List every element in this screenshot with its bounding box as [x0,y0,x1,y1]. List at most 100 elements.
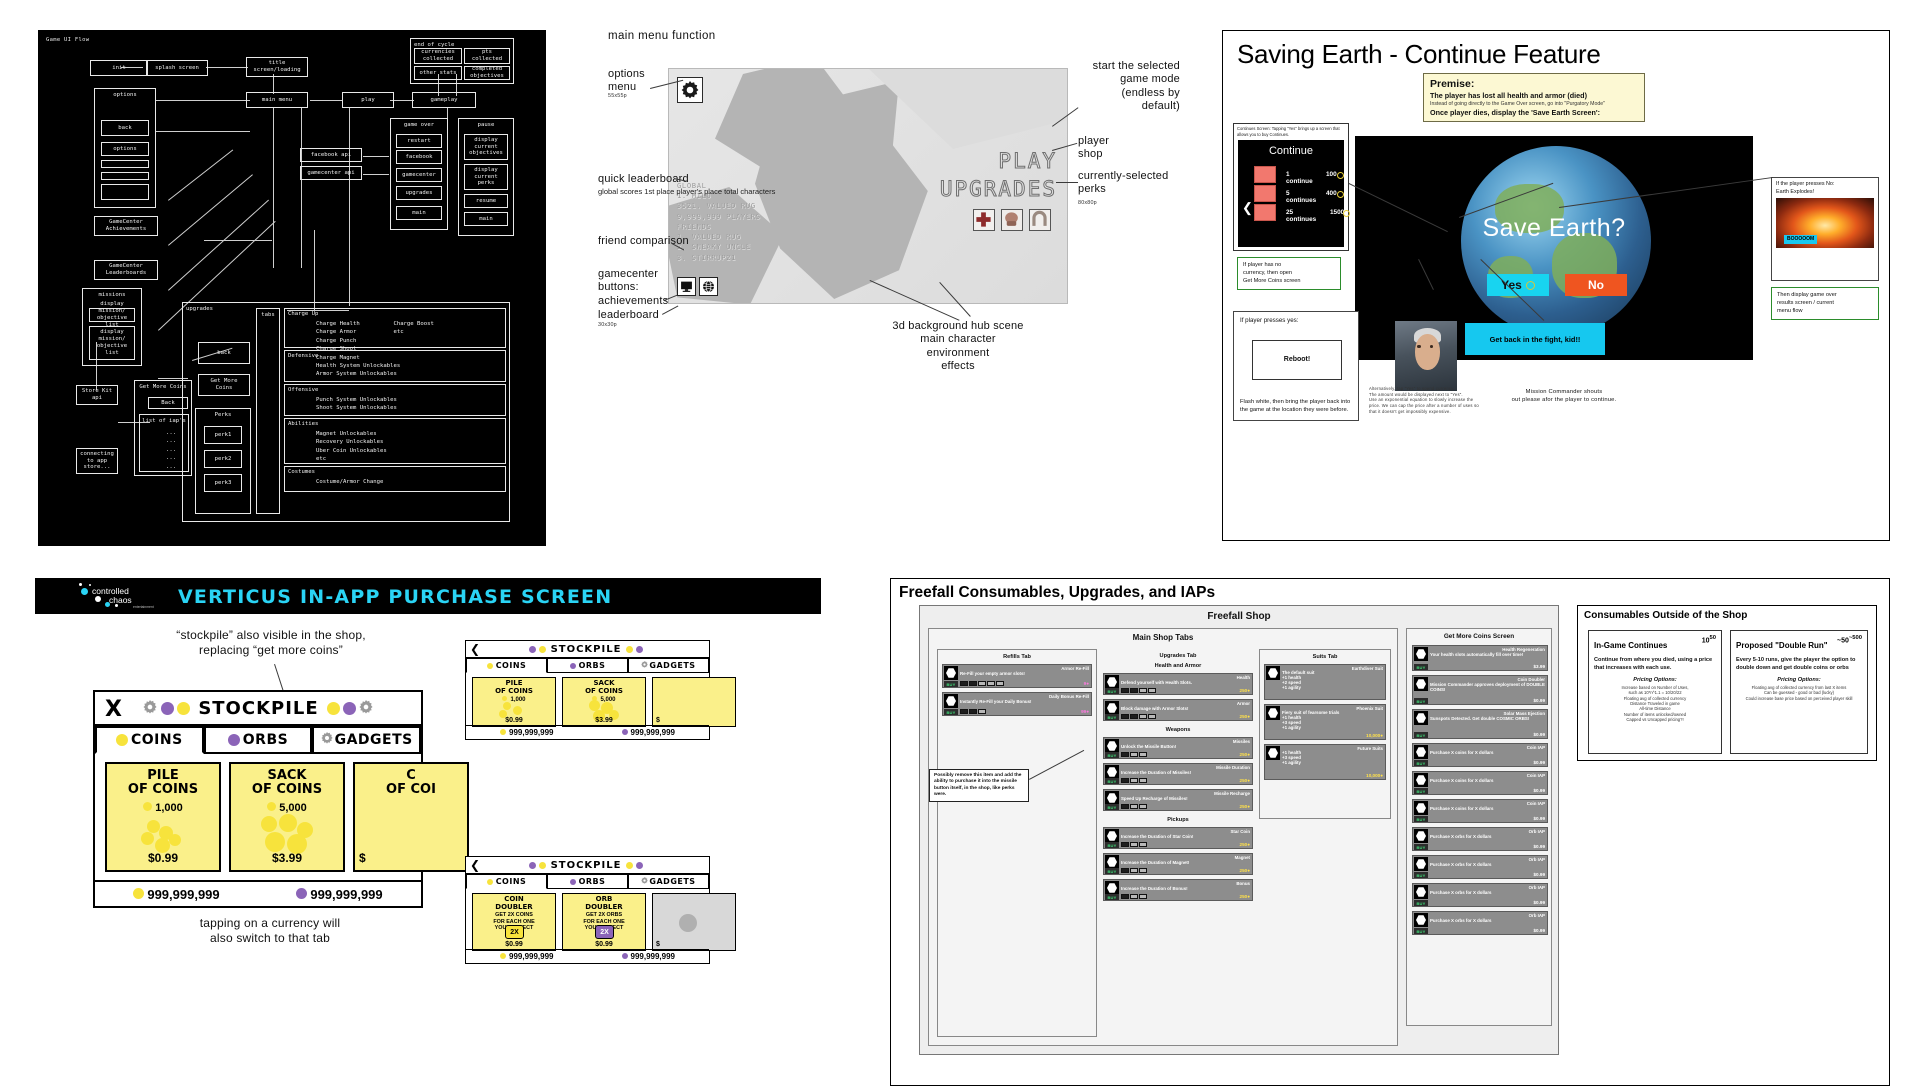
buy-button[interactable]: BUY [1414,732,1428,738]
shop-item[interactable]: BUY Health Regeneration Your health slot… [1412,645,1548,671]
shop-item[interactable]: BUY Orb IAP Purchase X orbs for X dollar… [1412,911,1548,935]
shop-item[interactable]: BUY Orb IAP Purchase X orbs for X dollar… [1412,827,1548,851]
gear-icon [321,732,333,748]
stockpile-main-screen: X STOCKPILE COINS ORBS GADGETS PILE OF C… [93,690,469,908]
buy-button[interactable]: BUY [1105,688,1119,694]
iap-card[interactable]: C OF COI $ [353,762,469,872]
buy-button[interactable]: BUY [1414,900,1428,906]
tab-gadgets-label: GADGETS [334,732,413,748]
game-ui-flow-panel: Game UI Flow init splash screen title sc… [38,30,546,546]
back-arrow-icon[interactable]: ❮ [470,858,481,872]
hex-icon [1107,767,1117,777]
tab-coins[interactable]: COINS [466,658,547,673]
buy-button[interactable]: BUY [1105,714,1119,720]
footer-orbs[interactable]: 999,999,999 [296,887,383,902]
iap-card[interactable]: $ [652,893,736,951]
footer-orbs[interactable]: 999,999,999 [621,952,675,961]
buy-button[interactable]: BUY [1105,894,1119,900]
buy-button[interactable]: BUY [1105,804,1119,810]
achievements-button[interactable] [677,277,696,296]
shop-item[interactable]: BUY Coin IAP Purchase X coins for X doll… [1412,743,1548,767]
buy-button[interactable]: BUY [1105,778,1119,784]
shop-item[interactable]: BUY Bonus Increase the Duration of Bonus… [1103,879,1253,901]
hex-icon [1268,708,1278,718]
no-button[interactable]: No [1565,274,1627,296]
item-desc: Increase the Duration of Star Coin! [1121,834,1194,839]
tab-gadgets[interactable]: GADGETS [312,726,422,754]
buy-button[interactable]: BUY [1414,698,1428,704]
flow-node-main-menu: main menu [246,92,308,108]
buy-button[interactable]: BUY [1414,872,1428,878]
shop-item[interactable]: BUY Coin IAP Purchase X coins for X doll… [1412,771,1548,795]
buy-button[interactable]: BUY [944,709,958,715]
item-price: $0.99 [1533,760,1546,765]
iap-card[interactable]: ORB DOUBLER GET 2X ORBS FOR EACH ONE YOU… [562,893,646,951]
shop-item[interactable]: Earthdiver Suit The default suit +1 heal… [1264,664,1386,700]
coin-icon [143,801,153,811]
outside-shop-title: Consumables Outside of the Shop [1584,610,1748,621]
tab-gadgets[interactable]: GADGETS [628,658,709,673]
iap-card[interactable]: PILE OF COINS 1,000 $0.99 [105,762,221,872]
tab-coins[interactable]: COINS [95,726,204,754]
shop-item[interactable]: Phoenix Suit Fiery suit of fearsome tria… [1264,704,1386,740]
shop-item[interactable]: BUY Missile Duration Increase the Durati… [1103,763,1253,785]
footer-coins[interactable]: 999,999,999 [133,887,220,902]
buy-button[interactable]: BUY [1414,844,1428,850]
footer-coins[interactable]: 999,999,999 [500,952,554,961]
coin-icon [177,701,191,715]
buy-button[interactable]: BUY [1414,928,1428,934]
tab-orbs[interactable]: ORBS [547,658,628,673]
tab-coins[interactable]: COINS [466,874,547,889]
close-button[interactable]: X [105,697,123,722]
iap-card[interactable]: COIN DOUBLER GET 2X COINS FOR EACH ONE Y… [472,893,556,951]
iap-card[interactable]: $ [652,677,736,727]
shop-item[interactable]: BUY Armor Re-Fill Re-Fill your empty arm… [942,664,1092,688]
shop-item[interactable]: BUY Missile Recharge Speed Up Recharge o… [1103,789,1253,811]
shop-item[interactable]: BUY Star Coin Increase the Duration of S… [1103,827,1253,849]
yes-button[interactable]: Yes [1487,274,1549,296]
tab-orbs[interactable]: ORBS [203,726,313,754]
buy-button[interactable]: BUY [1105,842,1119,848]
leaderboard-button[interactable] [699,277,718,296]
shop-item[interactable]: BUY Health Defend yourself with Health S… [1103,673,1253,695]
back-arrow-icon[interactable]: ❮ [1242,200,1253,216]
tab-gadgets[interactable]: GADGETS [628,874,709,889]
back-arrow-icon[interactable]: ❮ [470,642,481,656]
buy-button[interactable]: BUY [944,681,958,687]
shop-item[interactable]: BUY Coin IAP Purchase X coins for X doll… [1412,799,1548,823]
boxing-glove-icon[interactable] [1001,209,1023,231]
buy-button[interactable]: BUY [1414,760,1428,766]
footer-coins[interactable]: 999,999,999 [500,728,554,737]
double-run-card: Proposed "Double Run" ~50~500 Every 5-10… [1730,630,1868,754]
shop-item[interactable]: BUY Magnet Increase the Duration of Magn… [1103,853,1253,875]
shop-item[interactable]: BUY Orb IAP Purchase X orbs for X dollar… [1412,883,1548,907]
ann-gamecenter-buttons: gamecenter buttons: [598,268,659,294]
iap-card[interactable]: SACK OF COINS 5,000 $3.99 [562,677,646,727]
logo-dot [81,588,88,595]
shop-item[interactable]: BUY Daily Bonus Re-Fill Instantly Re-Fil… [942,692,1092,716]
shop-item[interactable]: BUY Orb IAP Purchase X orbs for X dollar… [1412,855,1548,879]
buy-button[interactable]: BUY [1105,752,1119,758]
shop-item[interactable]: BUY Missiles Unlock the Missile Button! … [1103,737,1253,759]
upgrades-label[interactable]: UPGRADES [939,177,1057,202]
shop-item[interactable]: BUY Coin Doubler Mission Commander appro… [1412,675,1548,705]
stockpile-tabs: COINS ORBS GADGETS [466,874,709,889]
buy-button[interactable]: BUY [1414,788,1428,794]
shop-item[interactable]: BUY Armor Block damage with Armor Slots!… [1103,699,1253,721]
iap-card[interactable]: SACK OF COINS 5,000 $3.99 [229,762,345,872]
shop-item[interactable]: BUY Solar Mass Ejection Sunspots Detecte… [1412,709,1548,739]
health-cross-icon[interactable] [973,209,995,231]
tab-gadgets-label: GADGETS [649,661,696,670]
item-icon [1105,791,1119,805]
magnet-icon[interactable] [1029,209,1051,231]
buy-button[interactable]: BUY [1414,816,1428,822]
iap-card[interactable]: PILE OF COINS 1,000 $0.99 [472,677,556,727]
shop-item[interactable]: Future Suits +1 health +3 speed +1 agili… [1264,744,1386,780]
iap-card-price: $3.99 [271,851,303,865]
tab-orbs[interactable]: ORBS [547,874,628,889]
play-label[interactable]: PLAY [998,149,1057,174]
footer-orbs[interactable]: 999,999,999 [621,728,675,737]
buy-button[interactable]: BUY [1414,664,1428,670]
buy-button[interactable]: BUY [1105,868,1119,874]
pip [1130,778,1138,783]
